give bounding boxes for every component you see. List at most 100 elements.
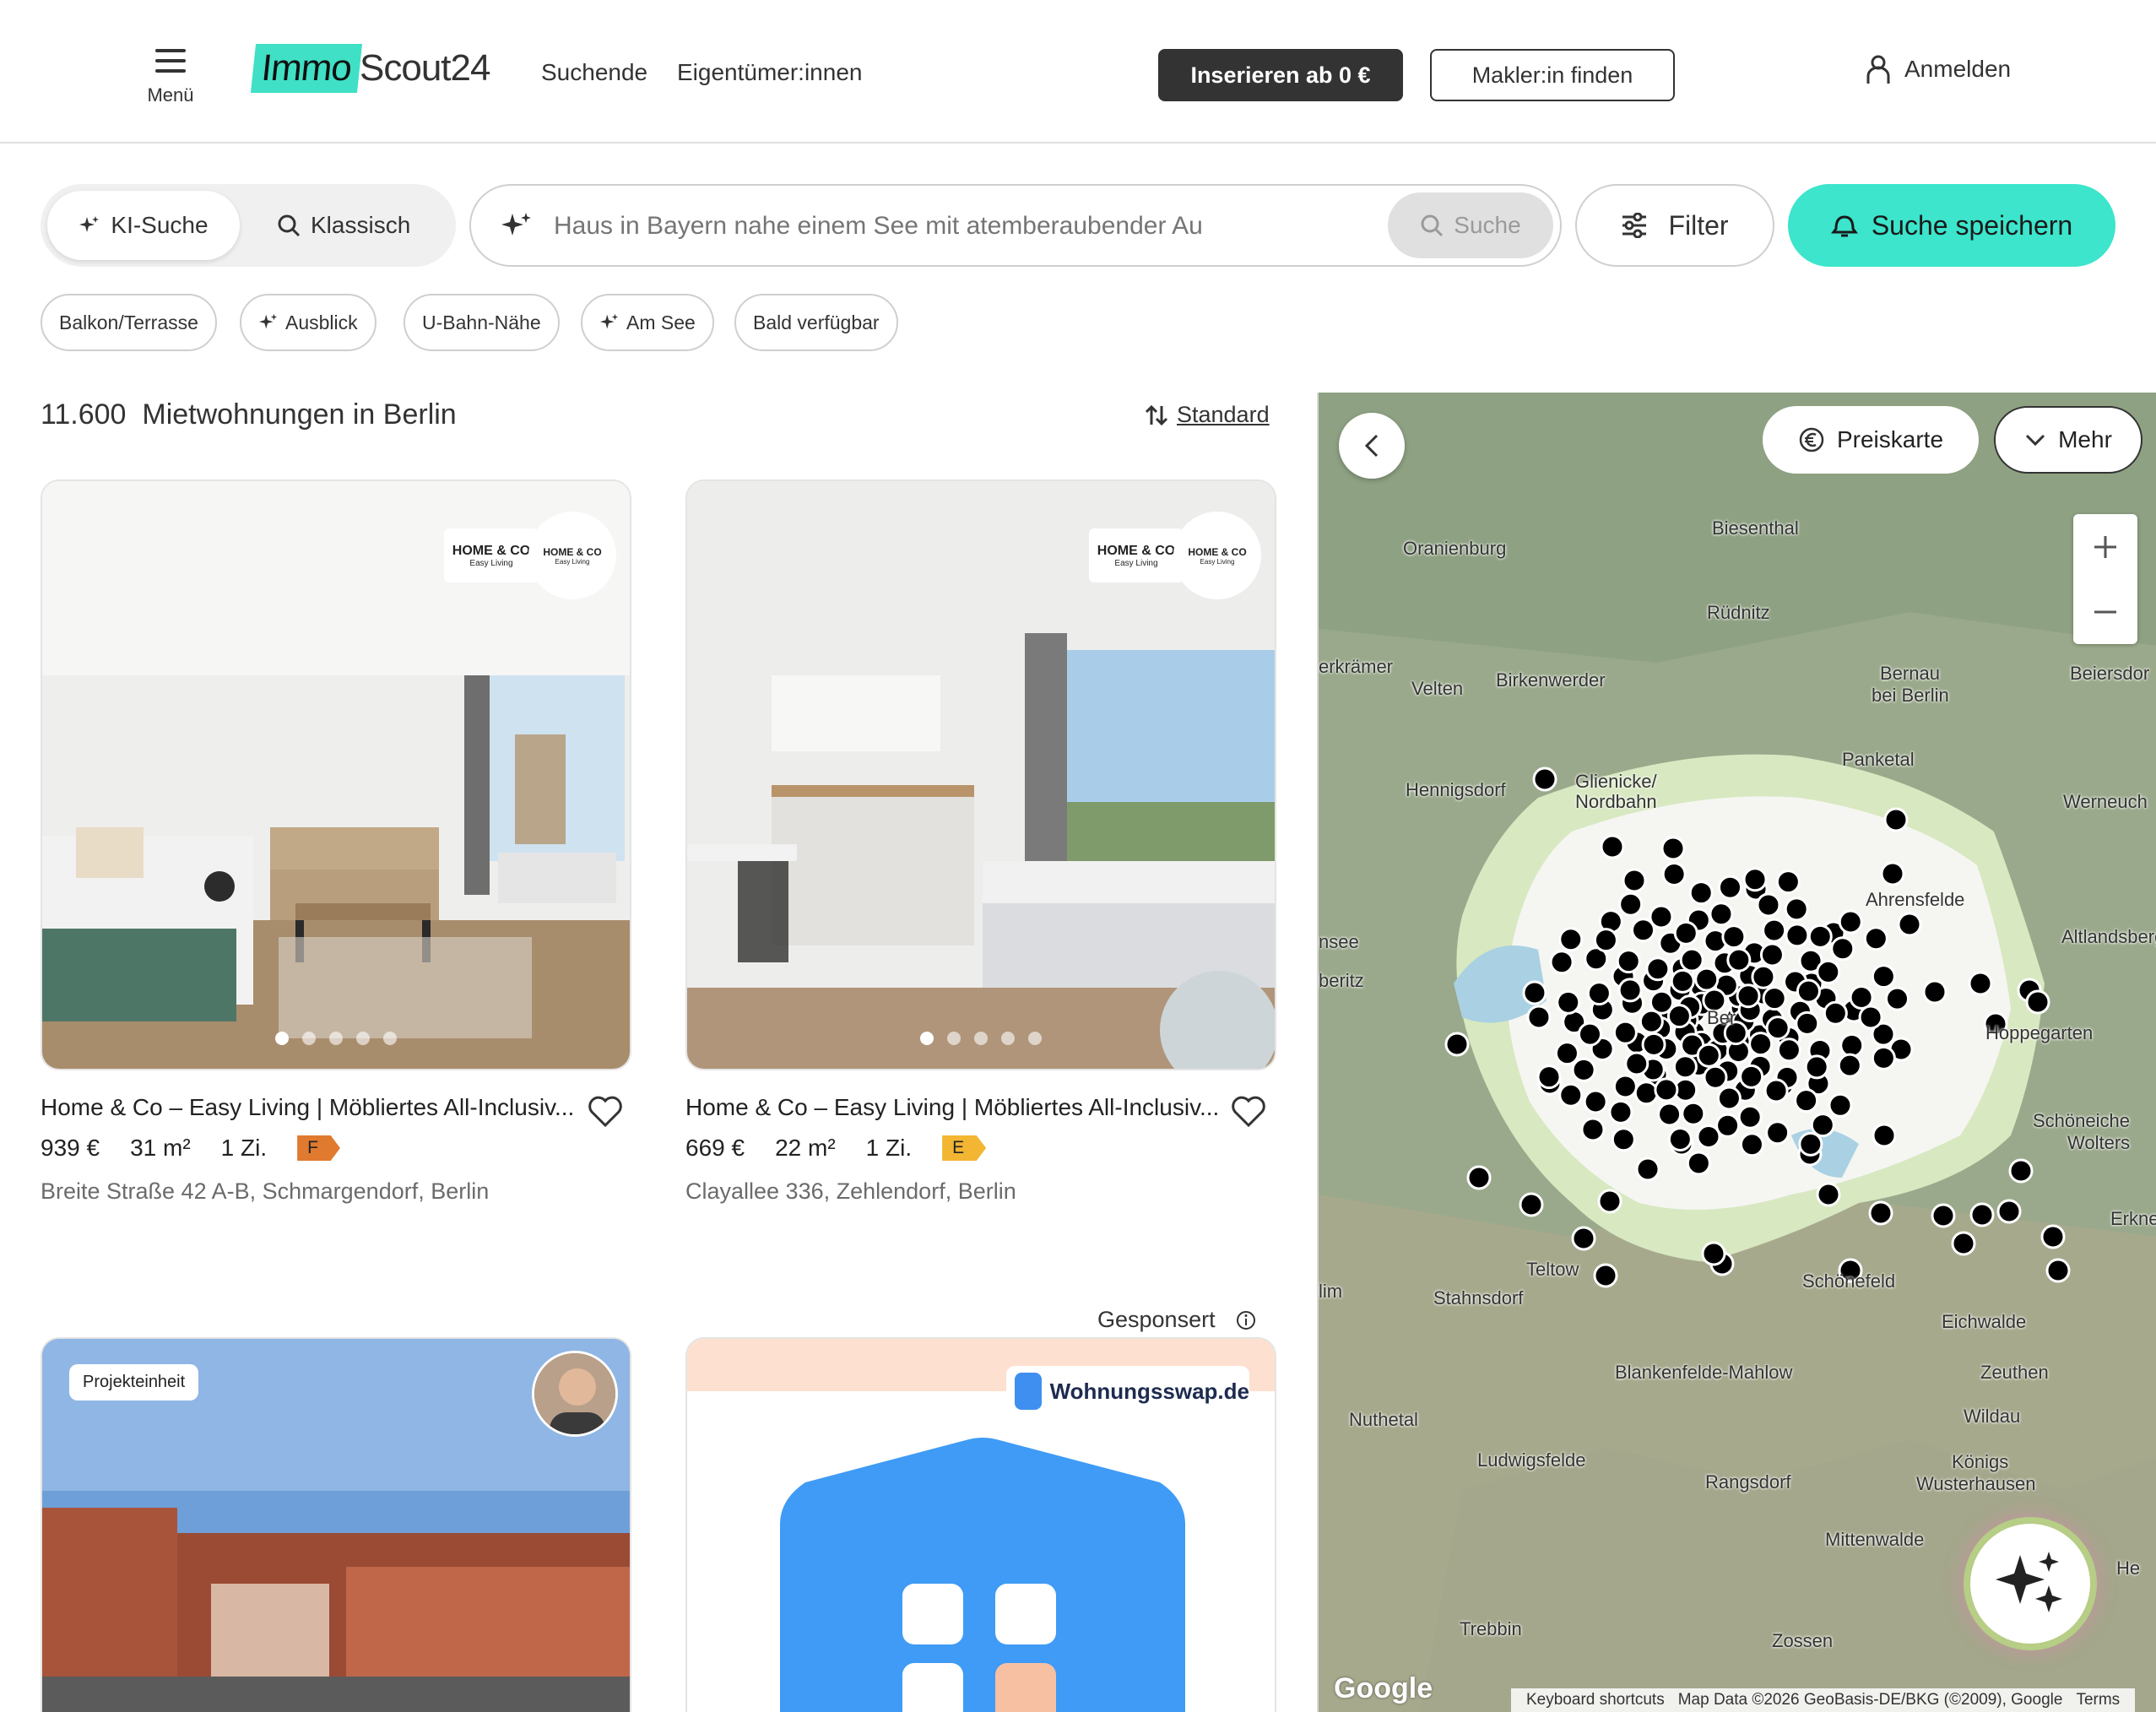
listing-marker[interactable] — [1759, 942, 1785, 967]
chip-am-see[interactable]: Am See — [581, 294, 714, 351]
listing-marker[interactable] — [1810, 1113, 1835, 1138]
inserieren-button[interactable]: Inserieren ab 0 € — [1158, 49, 1403, 101]
listing-marker[interactable] — [1863, 926, 1888, 951]
chip-balkon[interactable]: Balkon/Terrasse — [41, 294, 217, 351]
listing-marker[interactable] — [2040, 1224, 2066, 1249]
listing-marker[interactable] — [1612, 1074, 1638, 1099]
listing-marker[interactable] — [1922, 979, 1947, 1005]
chip-bald-verfuegbar[interactable]: Bald verfügbar — [734, 294, 898, 351]
listing-marker[interactable] — [1571, 1226, 1596, 1251]
listing-marker[interactable] — [1593, 928, 1618, 953]
listing-marker[interactable] — [1670, 968, 1695, 994]
project-listing-image[interactable]: Projekteinheit — [41, 1337, 631, 1712]
listing-title[interactable]: Home & Co – Easy Living | Möbliertes All… — [41, 1094, 581, 1121]
zoom-in-button[interactable] — [2073, 514, 2137, 579]
listing-marker[interactable] — [1624, 1051, 1650, 1076]
listing-marker[interactable] — [1618, 891, 1644, 917]
listing-marker[interactable] — [1737, 1104, 1763, 1130]
listing-marker[interactable] — [1597, 1189, 1622, 1214]
listing-marker[interactable] — [1694, 967, 1720, 992]
listing-marker[interactable] — [1969, 1202, 1995, 1227]
heart-icon[interactable] — [588, 1096, 623, 1128]
listing-marker[interactable] — [1830, 936, 1855, 962]
listing-marker[interactable] — [1580, 1117, 1606, 1142]
listing-marker[interactable] — [1968, 971, 1993, 996]
listing-marker[interactable] — [1583, 1089, 1608, 1114]
listing-marker[interactable] — [1795, 1010, 1820, 1036]
listing-marker[interactable] — [1558, 1082, 1584, 1108]
listing-marker[interactable] — [1635, 1157, 1660, 1182]
listing-marker[interactable] — [1762, 986, 1787, 1011]
listing-marker[interactable] — [1577, 1021, 1602, 1047]
info-icon[interactable] — [1236, 1310, 1256, 1330]
listing-marker[interactable] — [1654, 1077, 1679, 1103]
listing-marker[interactable] — [1883, 807, 1909, 832]
collapse-map-button[interactable] — [1339, 413, 1405, 479]
listing-marker[interactable] — [1549, 950, 1574, 975]
listing-marker[interactable] — [1532, 767, 1557, 792]
listing-marker[interactable] — [1667, 1126, 1693, 1151]
listing-marker[interactable] — [1951, 1231, 1976, 1256]
listing-marker[interactable] — [1611, 1127, 1636, 1152]
login-link[interactable]: Anmelden — [1866, 54, 2011, 84]
listing-marker[interactable] — [2008, 1158, 2034, 1184]
listing-marker[interactable] — [1765, 1016, 1790, 1041]
listing-marker[interactable] — [1858, 1005, 1883, 1030]
listing-marker[interactable] — [1897, 912, 1922, 937]
listing-marker[interactable] — [1696, 1043, 1721, 1068]
nav-suchende[interactable]: Suchende — [541, 59, 647, 86]
listing-marker[interactable] — [1837, 1053, 1862, 1078]
listing-marker[interactable] — [1775, 870, 1801, 895]
listing-marker[interactable] — [1816, 1182, 1841, 1207]
listing-marker[interactable] — [1536, 1065, 1562, 1090]
chip-ausblick[interactable]: Ausblick — [240, 294, 376, 351]
listing-marker[interactable] — [1717, 875, 1742, 900]
listing-marker[interactable] — [1868, 1200, 1893, 1226]
listing-marker[interactable] — [1526, 1005, 1552, 1030]
listing-marker[interactable] — [2025, 989, 2050, 1015]
listing-marker[interactable] — [1466, 1165, 1492, 1190]
listing-marker[interactable] — [1649, 904, 1674, 929]
listing-marker[interactable] — [1872, 1123, 1897, 1148]
listing-marker[interactable] — [1871, 964, 1896, 989]
listing-marker[interactable] — [1554, 1041, 1579, 1066]
listing-marker[interactable] — [1885, 986, 1910, 1011]
ki-search-tab[interactable]: KI-Suche — [47, 191, 240, 260]
listing-marker[interactable] — [1828, 1092, 1853, 1118]
menu-button[interactable]: Menü — [142, 49, 199, 106]
listing-marker[interactable] — [1776, 1037, 1801, 1063]
listing-marker[interactable] — [1556, 989, 1581, 1015]
listing-marker[interactable] — [1444, 1032, 1470, 1057]
listing-marker[interactable] — [1794, 1088, 1819, 1113]
listing-marker[interactable] — [1593, 1263, 1618, 1288]
listing-marker[interactable] — [1612, 1020, 1638, 1045]
listing-marker[interactable] — [1522, 980, 1547, 1005]
listing-title[interactable]: Home & Co – Easy Living | Möbliertes All… — [685, 1094, 1226, 1121]
listing-marker[interactable] — [1622, 868, 1647, 893]
nav-eigentuemer[interactable]: Eigentümer:innen — [677, 59, 862, 86]
zoom-out-button[interactable] — [2073, 579, 2137, 644]
listing-marker[interactable] — [1666, 1004, 1692, 1029]
listing-marker[interactable] — [1571, 1057, 1596, 1082]
listing-marker[interactable] — [1931, 1203, 1956, 1228]
listing-marker[interactable] — [1798, 1131, 1823, 1157]
listing-marker[interactable] — [1763, 1078, 1789, 1103]
listing-marker[interactable] — [1823, 1000, 1848, 1026]
listing-marker[interactable] — [1600, 834, 1625, 859]
listing-marker[interactable] — [1633, 1081, 1659, 1106]
listing-marker[interactable] — [1558, 927, 1584, 952]
listing-marker[interactable] — [1765, 1120, 1790, 1146]
listing-marker[interactable] — [1661, 862, 1687, 887]
listing-marker[interactable] — [1617, 978, 1643, 1003]
listing-marker[interactable] — [1751, 964, 1776, 989]
listing-marker[interactable] — [2045, 1258, 2071, 1283]
listing-marker[interactable] — [1709, 902, 1734, 927]
listing-marker[interactable] — [1641, 1032, 1666, 1057]
listing-marker[interactable] — [1688, 880, 1714, 906]
search-submit-button[interactable]: Suche — [1388, 192, 1553, 258]
listing-marker[interactable] — [1703, 1065, 1728, 1090]
chip-ubahn[interactable]: U-Bahn-Nähe — [404, 294, 560, 351]
listing-marker[interactable] — [1816, 959, 1841, 984]
listing-marker[interactable] — [1849, 985, 1874, 1010]
listing-marker[interactable] — [1880, 861, 1905, 886]
